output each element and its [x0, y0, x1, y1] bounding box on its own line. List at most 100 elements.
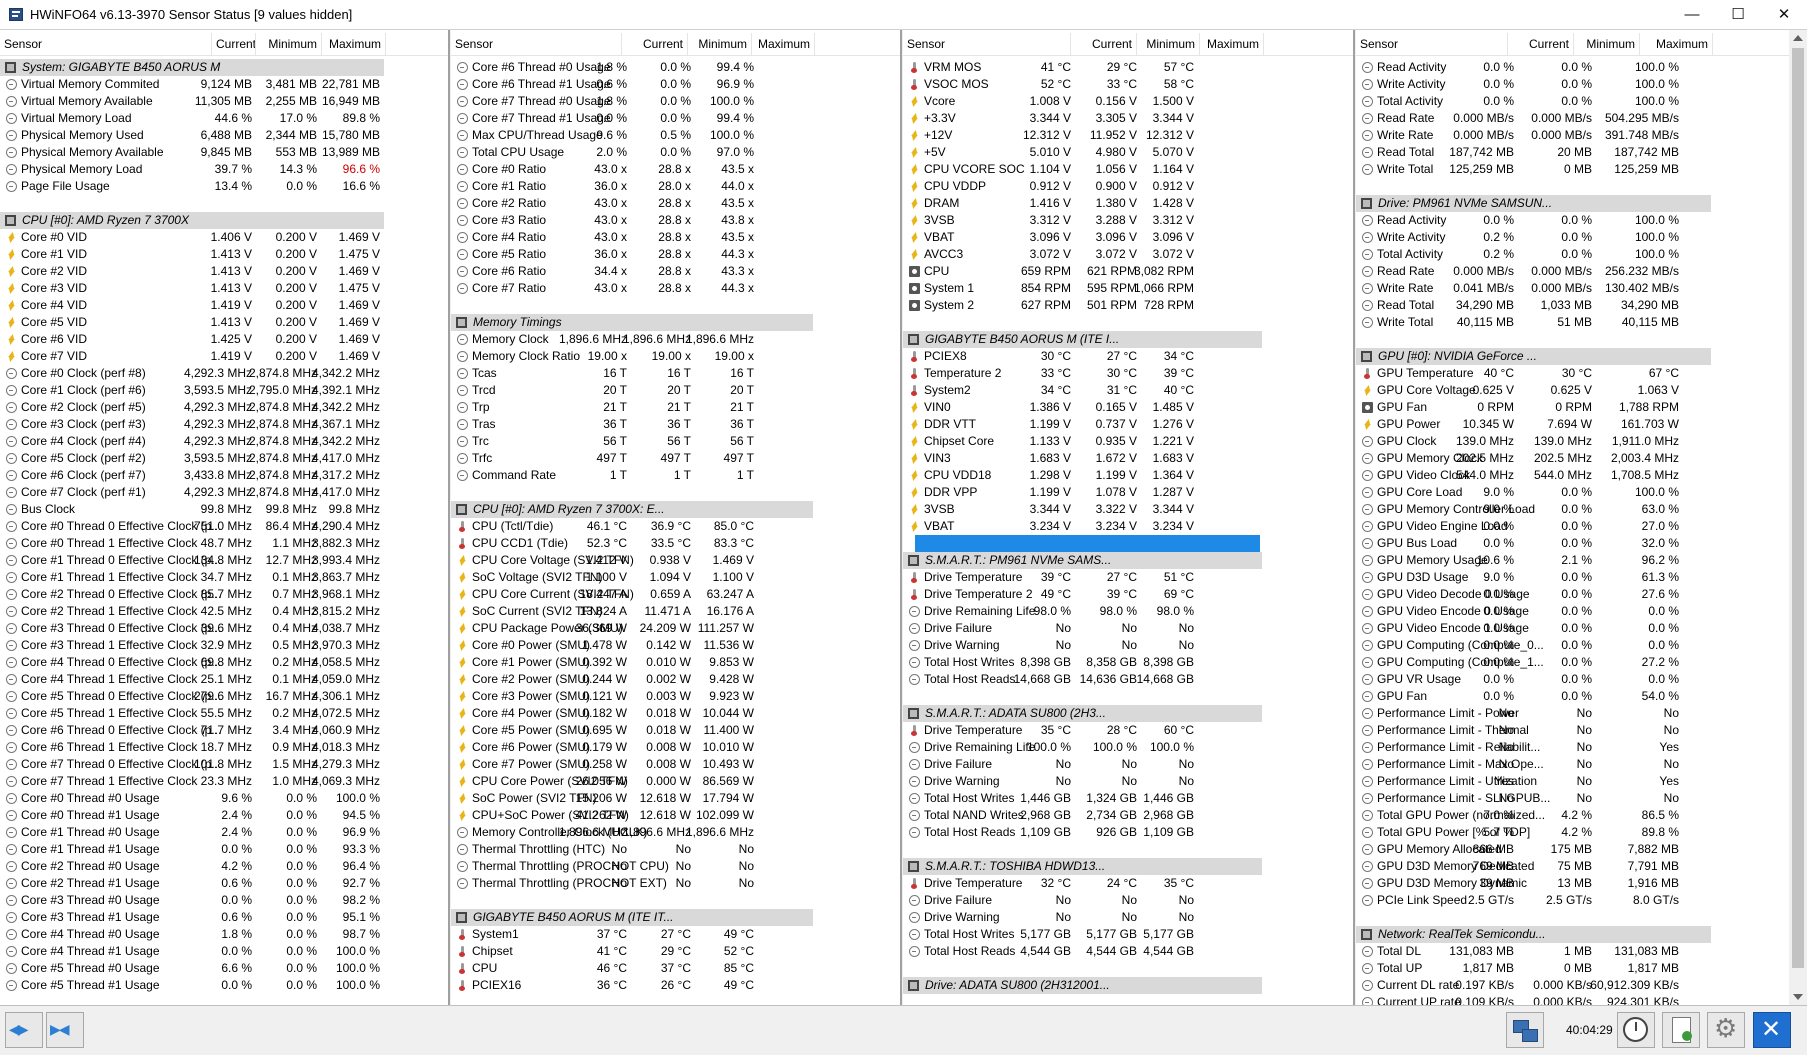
column-header-current[interactable]: Current — [1508, 33, 1574, 55]
sensor-row[interactable]: Max CPU/Thread Usage 9.6 % 0.5 % 100.0 % — [451, 127, 900, 144]
sensor-row[interactable]: Total CPU Usage 2.0 % 0.0 % 97.0 % — [451, 144, 900, 161]
sensor-row[interactable]: PCIe Link Speed 2.5 GT/s 2.5 GT/s 8.0 GT/s — [1356, 892, 1789, 909]
sensor-group-header[interactable]: S.M.A.R.T.: PM961 NVMe SAMS... — [903, 552, 1262, 569]
sensor-row[interactable]: Core #1 Power (SMU) 0.392 W 0.010 W 9.853 W — [451, 654, 900, 671]
collapse-columns-button[interactable] — [46, 1012, 84, 1048]
sensor-row[interactable]: Core #7 Clock (perf #1) 4,292.3 MHz 2,874.… — [0, 484, 448, 501]
sensor-row[interactable]: SoC Voltage (SVI2 TFN) 1.100 V 1.094 V 1.10… — [451, 569, 900, 586]
sensor-row[interactable]: Core #4 Thread #1 Usage 0.0 % 0.0 % 100.0 % — [0, 943, 448, 960]
sensor-row[interactable]: CPU Package Power (SMU) 36.369 W 24.209 W1… — [451, 620, 900, 637]
sensor-row[interactable]: Drive Remaining Life 100.0 % 100.0 % 100.0 … — [903, 739, 1353, 756]
sensor-row[interactable]: Core #6 Clock (perf #7) 3,433.8 MHz 2,874.… — [0, 467, 448, 484]
sensor-row[interactable]: Core #0 Power (SMU) 1.478 W 0.142 W 11.536 … — [451, 637, 900, 654]
sensor-row[interactable]: Core #4 VID 1.419 V 0.200 V 1.469 V — [0, 297, 448, 314]
sensor-row[interactable]: Core #2 Clock (perf #5) 4,292.3 MHz 2,874.… — [0, 399, 448, 416]
sensor-row[interactable]: GPU D3D Usage 9.0 % 0.0 % 61.3 % — [1356, 569, 1789, 586]
sensor-row[interactable]: Core #0 Thread 0 Effective Clock (p... 75… — [0, 518, 448, 535]
sensor-row[interactable]: System2 34 °C 31 °C 40 °C — [903, 382, 1353, 399]
sensor-row[interactable]: GPU D3D Memory Dynamic 39 MB 13 MB 1,916 MB — [1356, 875, 1789, 892]
scrollbar-thumb[interactable] — [1792, 48, 1804, 968]
sensor-row[interactable]: GPU Memory Controller Load 9.0 % 0.0 % 63.0… — [1356, 501, 1789, 518]
sensor-row[interactable]: System 1 854 RPM 595 RPM 1,066 RPM — [903, 280, 1353, 297]
sensor-row[interactable]: Core #7 Thread #0 Usage 1.8 % 0.0 % 100.0 % — [451, 93, 900, 110]
sensor-row[interactable]: GPU Memory Allocated 866 MB 175 MB 7,882 MB — [1356, 841, 1789, 858]
sensor-row[interactable]: GPU Memory Clock 202.5 MHz 202.5 MHz 2,003.… — [1356, 450, 1789, 467]
sensor-panel-3[interactable]: Sensor Current Minimum Maximum VRM MOS 41 °C 2… — [903, 30, 1355, 1005]
sensor-row[interactable]: System1 37 °C 27 °C 49 °C — [451, 926, 900, 943]
sensor-row[interactable]: GPU D3D Memory Dedicated 769 MB 75 MB 7,791… — [1356, 858, 1789, 875]
sensor-group-header[interactable]: CPU [#0]: AMD Ryzen 7 3700X — [0, 212, 384, 229]
sensor-row[interactable]: VBAT 3.234 V 3.234 V 3.234 V — [903, 518, 1353, 535]
sensor-row[interactable]: Core #5 Thread #0 Usage 6.6 % 0.0 % 100.0 % — [0, 960, 448, 977]
sensor-row[interactable]: Core #5 Thread 0 Effective Clock (p... 27… — [0, 688, 448, 705]
sensor-row[interactable]: Core #6 VID 1.425 V 0.200 V 1.469 V — [0, 331, 448, 348]
sensor-row[interactable]: Memory Clock Ratio 19.00 x 19.00 x 19.00 x — [451, 348, 900, 365]
sensor-row[interactable]: Command Rate 1 T1 T1 T — [451, 467, 900, 484]
sensor-row[interactable]: Performance Limit - Reliabilit... No No Yes — [1356, 739, 1789, 756]
sensor-panel-1[interactable]: Sensor Current Minimum Maximum System: GIGAB… — [0, 30, 450, 1005]
scroll-down-arrow-icon[interactable] — [1793, 994, 1803, 1000]
column-header-current[interactable]: Current — [1071, 33, 1137, 55]
sensor-row[interactable]: GPU Video Decode 0 Usage 0.0 % 0.0 % 27.6 % — [1356, 586, 1789, 603]
sensor-row[interactable]: GPU Core Load 9.0 % 0.0 % 100.0 % — [1356, 484, 1789, 501]
sensor-row[interactable]: GPU Power 10.345 W 7.694 W 161.703 W — [1356, 416, 1789, 433]
sensor-row[interactable]: CPU Core Current (SVI2 TFN) 18.447 A 0.659… — [451, 586, 900, 603]
sensor-row[interactable]: Core #4 Thread 1 Effective Clock 25.1 MHz… — [0, 671, 448, 688]
sensor-row[interactable]: Physical Memory Available 9,845 MB 553 MB 1… — [0, 144, 448, 161]
sensor-row[interactable]: Drive Temperature 35 °C 28 °C 60 °C — [903, 722, 1353, 739]
sensor-row[interactable]: Write Total 125,259 MB 0 MB 125,259 MB — [1356, 161, 1789, 178]
sensor-row[interactable]: Bus Clock 99.8 MHz 99.8 MHz 99.8 MHz — [0, 501, 448, 518]
sensor-row[interactable]: +12V 12.312 V 11.952 V 12.312 V — [903, 127, 1353, 144]
sensor-row[interactable]: Write Activity 0.2 % 0.0 % 100.0 % — [1356, 229, 1789, 246]
sensor-row[interactable]: Core #1 VID 1.413 V 0.200 V 1.475 V — [0, 246, 448, 263]
sensor-row[interactable]: Virtual Memory Load 44.6 % 17.0 % 89.8 % — [0, 110, 448, 127]
sensor-row[interactable]: Read Activity 0.0 % 0.0 % 100.0 % — [1356, 59, 1789, 76]
sensor-row[interactable]: Core #6 Power (SMU) 0.179 W 0.008 W 10.010 … — [451, 739, 900, 756]
sensor-row[interactable]: Performance Limit - Power No No No — [1356, 705, 1789, 722]
column-header-minimum[interactable]: Minimum — [1137, 33, 1200, 55]
sensor-row[interactable]: Total Host Reads 14,668 GB 14,636 GB 14,668… — [903, 671, 1353, 688]
sensor-row[interactable]: DDR VPP 1.199 V 1.078 V 1.287 V — [903, 484, 1353, 501]
sensor-row[interactable]: Core #3 Thread #0 Usage 0.0 % 0.0 % 98.2 % — [0, 892, 448, 909]
sensor-row[interactable]: GPU Clock 139.0 MHz 139.0 MHz 1,911.0 MHz — [1356, 433, 1789, 450]
column-header-minimum[interactable]: Minimum — [256, 33, 322, 55]
sensor-row[interactable]: Tras 36 T 36 T 36 T — [451, 416, 900, 433]
selected-empty-row[interactable] — [915, 535, 1260, 552]
sensor-row[interactable]: Total UP 1,817 MB 0 MB 1,817 MB — [1356, 960, 1789, 977]
sensor-row[interactable]: CPU (Tctl/Tdie) 46.1 °C 36.9 °C 85.0 °C — [451, 518, 900, 535]
sensor-row[interactable]: CPU CCD1 (Tdie) 52.3 °C 33.5 °C 83.3 °C — [451, 535, 900, 552]
sensor-row[interactable]: GPU Fan 0.0 % 0.0 % 54.0 % — [1356, 688, 1789, 705]
sensor-row[interactable]: Core #6 Thread #0 Usage 1.8 % 0.0 % 99.4 % — [451, 59, 900, 76]
sensor-row[interactable]: Core #3 Thread #1 Usage 0.6 % 0.0 % 95.1 % — [0, 909, 448, 926]
sensor-row[interactable]: Total Host Writes 1,446 GB 1,324 GB 1,446 G… — [903, 790, 1353, 807]
sensor-row[interactable]: PCIEX16 36 °C 26 °C 49 °C — [451, 977, 900, 994]
sensor-row[interactable]: Total Host Writes 8,398 GB 8,358 GB 8,398 G… — [903, 654, 1353, 671]
sensor-row[interactable]: Write Total 40,115 MB 51 MB 40,115 MB — [1356, 314, 1789, 331]
sensor-row[interactable]: CPU Core Voltage (SVI2 TFN) 1.412 V 0.938 … — [451, 552, 900, 569]
column-header-minimum[interactable]: Minimum — [1574, 33, 1640, 55]
column-header-maximum[interactable]: Maximum — [1640, 33, 1713, 55]
column-header-current[interactable]: Current — [212, 33, 256, 55]
sensor-row[interactable]: Total Host Writes 5,177 GB 5,177 GB 5,177 G… — [903, 926, 1353, 943]
sensor-row[interactable]: Performance Limit - Thermal No No No — [1356, 722, 1789, 739]
sensor-row[interactable]: Physical Memory Load 39.7 % 14.3 % 96.6 % — [0, 161, 448, 178]
sensor-row[interactable]: Core #7 Power (SMU) 0.258 W 0.008 W 10.493 … — [451, 756, 900, 773]
column-header-maximum[interactable]: Maximum — [752, 33, 815, 55]
column-header-sensor[interactable]: Sensor — [1356, 33, 1508, 55]
sensor-row[interactable]: Read Activity 0.0 % 0.0 % 100.0 % — [1356, 212, 1789, 229]
sensor-row[interactable]: CPU+SoC Power (SVI2 TFN) 41.262 W 12.618 W… — [451, 807, 900, 824]
sensor-row[interactable]: Core #5 Thread 1 Effective Clock 55.5 MHz… — [0, 705, 448, 722]
sensor-row[interactable]: GPU Core Voltage 0.625 V 0.625 V 1.063 V — [1356, 382, 1789, 399]
sensor-row[interactable]: VRM MOS 41 °C 29 °C 57 °C — [903, 59, 1353, 76]
sensor-row[interactable]: Core #3 Power (SMU) 0.121 W 0.003 W 9.923 W — [451, 688, 900, 705]
sensor-row[interactable]: SoC Power (SVI2 TFN) 15.206 W 12.618 W 17.7… — [451, 790, 900, 807]
sensor-group-header[interactable]: Drive: ADATA SU800 (2H312001... — [903, 977, 1262, 994]
sensor-row[interactable]: Drive Temperature 39 °C 27 °C 51 °C — [903, 569, 1353, 586]
sensor-row[interactable]: CPU 659 RPM 621 RPM 3,082 RPM — [903, 263, 1353, 280]
sensor-row[interactable]: Physical Memory Used 6,488 MB 2,344 MB 15,7… — [0, 127, 448, 144]
column-header-sensor[interactable]: Sensor — [0, 33, 212, 55]
sensor-row[interactable]: Core #4 Thread #0 Usage 1.8 % 0.0 % 98.7 % — [0, 926, 448, 943]
sensor-row[interactable]: Core #3 Thread 1 Effective Clock 32.9 MHz… — [0, 637, 448, 654]
sensor-row[interactable]: System 2 627 RPM 501 RPM 728 RPM — [903, 297, 1353, 314]
sensor-row[interactable]: GPU Video Encode 0 Usage 0.0 % 0.0 % 0.0 % — [1356, 603, 1789, 620]
